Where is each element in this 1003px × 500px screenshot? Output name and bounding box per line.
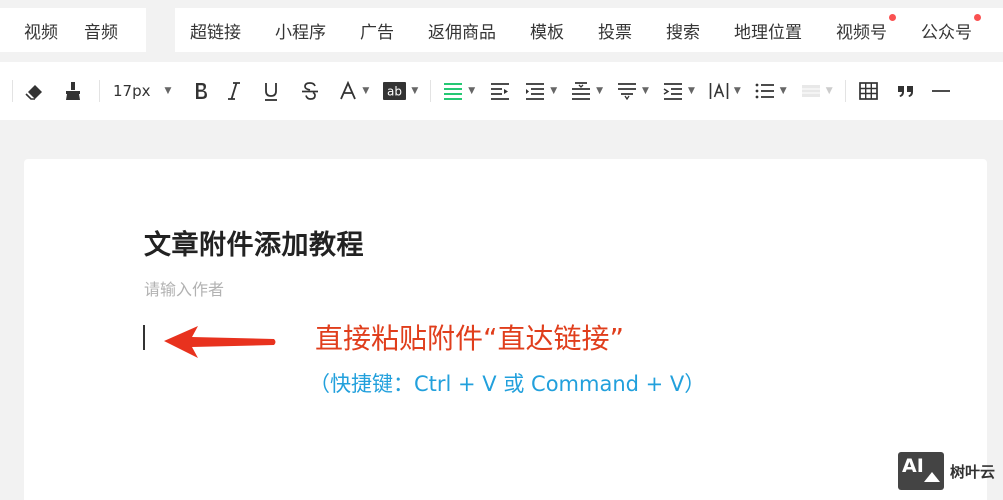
format-clear-icon[interactable] — [23, 76, 45, 106]
chevron-down-icon: ▼ — [687, 86, 695, 96]
format-toolbar: 17px ▼ ▼ ab ▼ ▼ ▼ ▼ ▼ ▼ ▼ ▼ ▼ — [0, 62, 1003, 120]
chevron-down-icon: ▼ — [362, 86, 370, 96]
insert-bar: 视频 音频 超链接 小程序 广告 返佣商品 模板 投票 搜索 地理位置 视频号 … — [0, 0, 1003, 62]
insert-search-button[interactable]: 搜索 — [666, 18, 700, 43]
insert-official-account-button[interactable]: 公众号 — [921, 13, 981, 43]
font-size-select[interactable]: 17px ▼ — [113, 76, 171, 106]
letter-spacing-icon[interactable]: ▼ — [709, 76, 741, 106]
first-line-indent-icon[interactable] — [490, 76, 510, 106]
chevron-down-icon: ▼ — [411, 86, 419, 96]
insert-ad-button[interactable]: 广告 — [360, 18, 394, 43]
divider-icon[interactable] — [931, 76, 951, 106]
article-title[interactable]: 文章附件添加教程 — [144, 223, 364, 262]
underline-icon[interactable] — [263, 76, 279, 106]
content-insert-group: 超链接 小程序 广告 返佣商品 模板 投票 搜索 地理位置 视频号 公众号 — [175, 8, 1003, 52]
font-color-icon[interactable]: ▼ — [339, 76, 369, 106]
arrow-left-icon — [164, 326, 276, 358]
insert-miniprogram-button[interactable]: 小程序 — [275, 18, 326, 43]
indent-icon[interactable]: ▼ — [663, 76, 695, 106]
svg-text:ab: ab — [387, 85, 402, 99]
line-height-icon[interactable]: ▼ — [617, 76, 649, 106]
ai-logo-icon: AI — [898, 452, 944, 490]
insert-hyperlink-button[interactable]: 超链接 — [190, 18, 241, 43]
media-insert-group: 视频 音频 — [0, 8, 146, 52]
chevron-down-icon: ▼ — [733, 86, 741, 96]
strikethrough-icon[interactable] — [301, 76, 319, 106]
bold-icon[interactable] — [193, 76, 209, 106]
chevron-down-icon: ▼ — [550, 86, 558, 96]
background-color-icon[interactable]: ab ▼ — [383, 76, 418, 106]
format-painter-icon[interactable] — [63, 76, 83, 106]
border-icon[interactable]: ▼ — [801, 76, 833, 106]
table-icon[interactable] — [858, 76, 878, 106]
insert-location-button[interactable]: 地理位置 — [734, 18, 802, 43]
paragraph-spacing-after-icon[interactable]: ▼ — [571, 76, 603, 106]
align-icon[interactable]: ▼ — [443, 76, 475, 106]
brand-name: 树叶云 — [950, 462, 996, 481]
insert-vote-button[interactable]: 投票 — [598, 18, 632, 43]
chevron-down-icon: ▼ — [468, 86, 476, 96]
toolbar-divider — [844, 80, 846, 102]
author-input[interactable]: 请输入作者 — [144, 276, 224, 300]
insert-template-button[interactable]: 模板 — [530, 18, 564, 43]
italic-icon[interactable] — [227, 76, 241, 106]
insert-video-button[interactable]: 视频 — [24, 18, 58, 43]
toolbar-divider — [99, 80, 100, 102]
insert-commission-product-button[interactable]: 返佣商品 — [428, 18, 496, 43]
chevron-down-icon: ▼ — [596, 86, 604, 96]
list-icon[interactable]: ▼ — [755, 76, 787, 106]
insert-audio-button[interactable]: 音频 — [84, 18, 118, 43]
paragraph-spacing-before-icon[interactable]: ▼ — [525, 76, 557, 106]
chevron-down-icon: ▼ — [164, 86, 172, 96]
shortcut-hint: （快捷键：Ctrl + V 或 Command + V） — [309, 372, 706, 396]
chevron-down-icon: ▼ — [825, 86, 833, 96]
toolbar-divider — [12, 80, 13, 102]
new-badge-dot — [974, 13, 981, 21]
quote-icon[interactable] — [896, 76, 916, 106]
text-cursor — [143, 325, 145, 350]
chevron-down-icon: ▼ — [779, 86, 787, 96]
paste-link-hint: 直接粘贴附件“直达链接” — [315, 322, 625, 355]
editor-canvas[interactable]: 文章附件添加教程 请输入作者 直接粘贴附件“直达链接” （快捷键：Ctrl + … — [24, 159, 987, 500]
watermark-logo: AI 树叶云 — [898, 452, 995, 490]
chevron-down-icon: ▼ — [642, 86, 649, 96]
insert-channels-button[interactable]: 视频号 — [836, 13, 896, 43]
toolbar-divider — [430, 80, 432, 102]
new-badge-dot — [889, 13, 896, 21]
